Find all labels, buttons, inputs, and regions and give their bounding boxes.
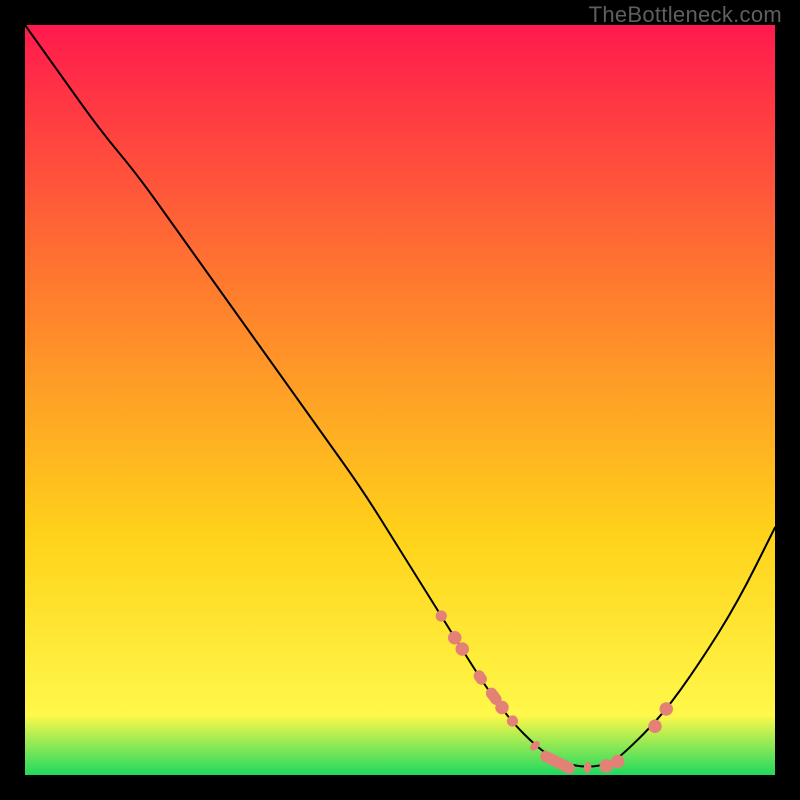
data-marker xyxy=(660,702,674,716)
chart-frame: { "watermark": "TheBottleneck.com", "col… xyxy=(0,0,800,800)
data-marker xyxy=(495,701,509,715)
heatmap-background xyxy=(25,25,775,775)
data-marker xyxy=(611,755,625,769)
bottleneck-chart xyxy=(25,25,775,775)
data-marker xyxy=(448,631,462,645)
watermark-text: TheBottleneck.com xyxy=(589,2,782,28)
data-marker xyxy=(455,642,469,656)
data-marker xyxy=(648,720,662,734)
